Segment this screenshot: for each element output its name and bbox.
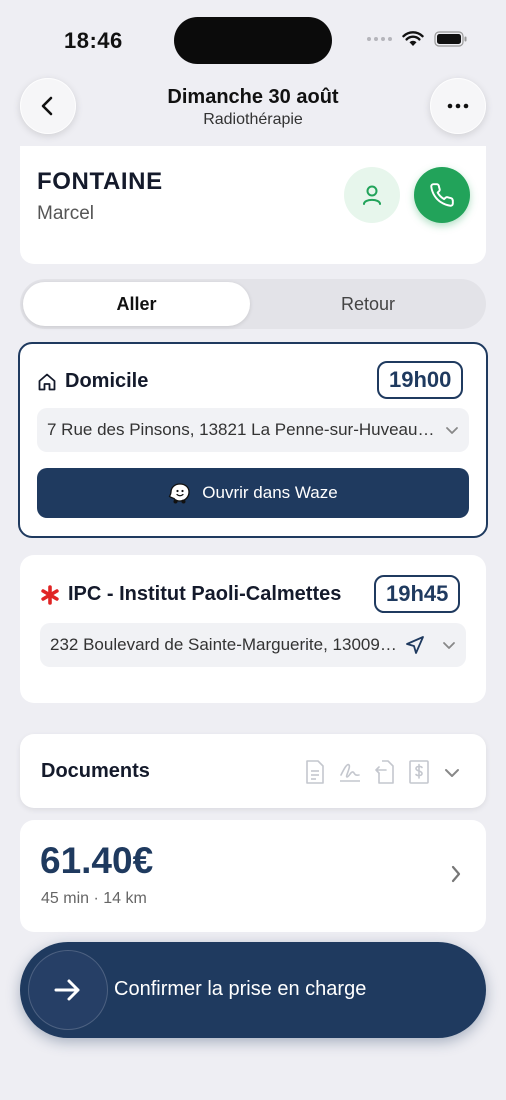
more-options-button[interactable] [430,78,486,134]
phone-icon [430,183,454,207]
waze-icon [168,483,190,504]
patient-last-name: FONTAINE [37,168,163,195]
documents-card[interactable]: Documents [20,734,486,808]
chevron-down-icon [432,640,466,650]
tab-aller[interactable]: Aller [23,282,250,326]
destination-card: IPC - Institut Paoli-Calmettes 19h45 232… [20,555,486,703]
signal-icon [367,37,392,41]
open-waze-button[interactable]: Ouvrir dans Waze [37,468,469,518]
patient-profile-button[interactable] [344,167,400,223]
open-waze-label: Ouvrir dans Waze [202,483,338,502]
user-icon [363,185,381,205]
arrow-right-icon [54,979,80,1001]
confirm-label: Confirmer la prise en charge [114,978,367,1000]
price-amount: 61.40€ [40,840,154,881]
medical-asterisk-icon [41,584,59,605]
battery-icon [434,31,467,47]
tab-retour[interactable]: Retour [253,282,483,326]
wifi-icon [402,31,424,46]
patient-first-name: Marcel [37,203,95,224]
chevron-down-icon [445,769,459,777]
status-icons [367,31,468,47]
patient-card: FONTAINE Marcel [20,146,486,264]
home-icon [38,373,56,390]
destination-address: 232 Boulevard de Sainte-Marguerite, 1300… [50,635,398,654]
chevron-right-icon [451,865,461,883]
destination-address-field[interactable]: 232 Boulevard de Sainte-Marguerite, 1300… [40,623,466,667]
nav-header: Dimanche 30 août Radiothérapie [0,78,506,138]
status-bar: 18:46 [0,0,506,80]
invoice-icon [409,760,429,784]
destination-time[interactable]: 19h45 [374,575,461,613]
destination-header: IPC - Institut Paoli-Calmettes [40,583,341,606]
document-status-icons [304,759,462,785]
pickup-name: Domicile [65,370,149,392]
signature-icon [340,763,360,782]
price-card[interactable]: 61.40€ 45 min · 14 km [20,820,486,932]
call-button[interactable] [414,167,470,223]
ellipsis-icon [447,103,469,109]
documents-title: Documents [41,760,150,782]
dynamic-island [174,17,332,64]
destination-name: IPC - Institut Paoli-Calmettes [68,583,342,605]
pickup-header: Domicile [37,370,148,393]
pickup-address-field[interactable]: 7 Rue des Pinsons, 13821 La Penne-sur-Hu… [37,408,469,452]
pickup-card: Domicile 19h00 7 Rue des Pinsons, 13821 … [18,342,488,538]
confirm-slider[interactable]: Confirmer la prise en charge [20,942,486,1038]
chevron-down-icon [435,425,469,435]
direction-segmented-control: Aller Retour [20,279,486,329]
status-time: 18:46 [64,28,123,53]
pickup-time[interactable]: 19h00 [377,361,464,399]
trip-duration-distance: 45 min · 14 km [41,890,147,907]
slider-handle[interactable] [28,950,108,1030]
document-icon [306,760,324,784]
pickup-address: 7 Rue des Pinsons, 13821 La Penne-sur-Hu… [47,420,435,439]
navigation-arrow-icon[interactable] [398,635,432,655]
document-return-icon [375,760,394,784]
